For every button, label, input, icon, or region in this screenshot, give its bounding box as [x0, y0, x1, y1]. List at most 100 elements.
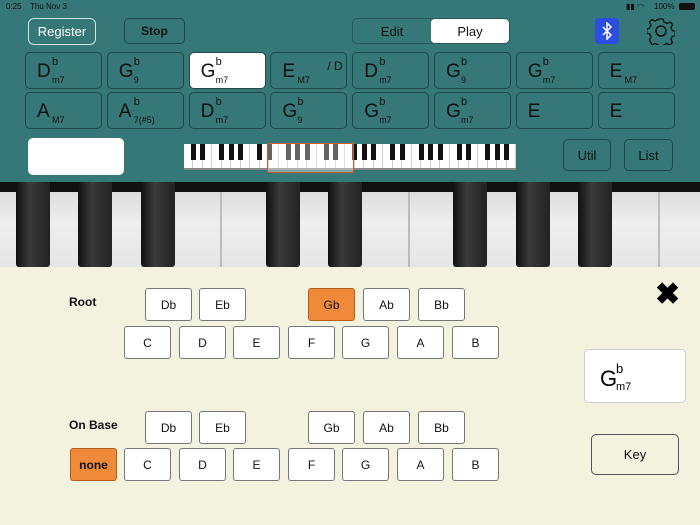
- chord-quality: 9: [461, 75, 467, 85]
- chord-button[interactable]: Gb 9: [434, 52, 511, 89]
- chord-button[interactable]: E M7: [597, 52, 675, 89]
- chord-quality: 9: [133, 75, 139, 85]
- onbase-none-button[interactable]: none: [70, 448, 117, 481]
- white-key[interactable]: [657, 192, 700, 267]
- chord-button[interactable]: Gb 9: [270, 92, 348, 129]
- onbase-note-Gb[interactable]: Gb: [308, 411, 355, 444]
- bluetooth-icon[interactable]: [595, 18, 619, 44]
- onbase-note-Bb[interactable]: Bb: [418, 411, 465, 444]
- chord-button[interactable]: Db m7: [352, 52, 430, 89]
- onbase-note-Ab[interactable]: Ab: [363, 411, 410, 444]
- chord-button[interactable]: E: [597, 92, 675, 129]
- current-chord-accidental: b: [616, 361, 624, 376]
- chord-bass: / D: [327, 59, 343, 73]
- root-note-C[interactable]: C: [124, 326, 171, 359]
- chord-accidental: b: [297, 96, 304, 108]
- chord-button[interactable]: Ab 7(#5): [106, 92, 184, 129]
- chord-button[interactable]: Gb 9: [106, 52, 184, 89]
- onbase-note-G[interactable]: G: [342, 448, 389, 481]
- root-note-Ab[interactable]: Ab: [363, 288, 410, 321]
- close-icon[interactable]: ✖: [655, 277, 680, 312]
- mini-black-key: [466, 144, 472, 160]
- chord-button[interactable]: E M7 / D: [270, 52, 348, 89]
- root-note-F[interactable]: F: [288, 326, 335, 359]
- piano-keyboard[interactable]: [0, 182, 700, 267]
- play-tab[interactable]: Play: [431, 19, 509, 43]
- black-key[interactable]: [453, 182, 487, 267]
- root-note-G[interactable]: G: [342, 326, 389, 359]
- black-key[interactable]: [515, 182, 550, 267]
- mini-black-key: [238, 144, 244, 160]
- root-label: Root: [69, 295, 97, 309]
- chord-quality: m7: [379, 75, 392, 85]
- root-note-Eb[interactable]: Eb: [199, 288, 246, 321]
- signal-wifi-icon: ▮▮ ◠: [626, 2, 645, 11]
- onbase-note-E[interactable]: E: [233, 448, 280, 481]
- chord-root: D: [200, 101, 215, 122]
- onbase-note-B[interactable]: B: [452, 448, 499, 481]
- status-date: Thu Nov 3: [30, 2, 67, 11]
- chord-quality: m7: [379, 115, 392, 125]
- chord-quality: M7: [624, 75, 638, 85]
- root-note-D[interactable]: D: [179, 326, 226, 359]
- util-button[interactable]: Util: [563, 139, 611, 171]
- current-chord-display: G b m7: [584, 349, 686, 403]
- chord-root: E: [282, 61, 296, 82]
- chord-button[interactable]: Gb m7: [188, 52, 266, 89]
- root-note-Gb[interactable]: Gb: [308, 288, 355, 321]
- stop-button[interactable]: Stop: [124, 18, 185, 44]
- status-time: 0:25: [6, 2, 22, 11]
- onbase-note-Db[interactable]: Db: [145, 411, 192, 444]
- black-key[interactable]: [15, 182, 50, 267]
- chord-button[interactable]: E: [515, 92, 593, 129]
- current-chord-root: G: [600, 366, 618, 391]
- black-key[interactable]: [78, 182, 112, 267]
- onbase-note-D[interactable]: D: [179, 448, 226, 481]
- chord-root: G: [364, 101, 379, 122]
- edit-tab[interactable]: Edit: [353, 19, 431, 43]
- root-note-E[interactable]: E: [233, 326, 280, 359]
- chord-accidental: b: [379, 96, 386, 108]
- list-button[interactable]: List: [624, 139, 673, 171]
- chord-button[interactable]: A M7: [25, 92, 102, 129]
- chord-root: E: [609, 101, 623, 122]
- keyboard-range-selector[interactable]: [267, 143, 354, 173]
- mode-segmented-control: Edit Play: [352, 18, 510, 44]
- status-battery: 100%: [654, 2, 675, 11]
- onbase-note-C[interactable]: C: [124, 448, 171, 481]
- chord-button[interactable]: Gb m7: [515, 52, 593, 89]
- root-note-Db[interactable]: Db: [145, 288, 192, 321]
- black-key[interactable]: [265, 182, 300, 267]
- chord-root: E: [527, 101, 541, 122]
- gear-icon[interactable]: [646, 17, 676, 49]
- chord-accidental: b: [133, 56, 140, 68]
- battery-icon: [679, 3, 695, 10]
- root-note-B[interactable]: B: [452, 326, 499, 359]
- key-button[interactable]: Key: [591, 434, 679, 475]
- mini-black-key: [257, 144, 263, 160]
- root-note-A[interactable]: A: [397, 326, 444, 359]
- chord-button[interactable]: Db m7: [25, 52, 102, 89]
- register-button[interactable]: Register: [28, 18, 96, 45]
- chord-accidental: b: [461, 56, 468, 68]
- chord-button[interactable]: Gb m7: [434, 92, 511, 129]
- black-key[interactable]: [140, 182, 175, 267]
- onbase-note-Eb[interactable]: Eb: [199, 411, 246, 444]
- chord-accidental: b: [215, 96, 222, 108]
- onbase-note-F[interactable]: F: [288, 448, 335, 481]
- mini-black-key: [504, 144, 509, 160]
- mini-black-key: [428, 144, 434, 160]
- onbase-note-A[interactable]: A: [397, 448, 444, 481]
- chord-accidental: b: [379, 56, 386, 68]
- mini-black-key: [228, 144, 234, 160]
- chord-quality: m7: [542, 75, 556, 85]
- chord-quality: 9: [297, 115, 303, 125]
- black-key[interactable]: [578, 182, 612, 267]
- root-note-Bb[interactable]: Bb: [418, 288, 465, 321]
- chord-root: G: [527, 61, 543, 82]
- chord-root: A: [118, 101, 132, 122]
- chord-root: G: [200, 61, 216, 82]
- chord-button[interactable]: Db m7: [188, 92, 266, 129]
- black-key[interactable]: [328, 182, 362, 267]
- chord-button[interactable]: Gb m7: [352, 92, 430, 129]
